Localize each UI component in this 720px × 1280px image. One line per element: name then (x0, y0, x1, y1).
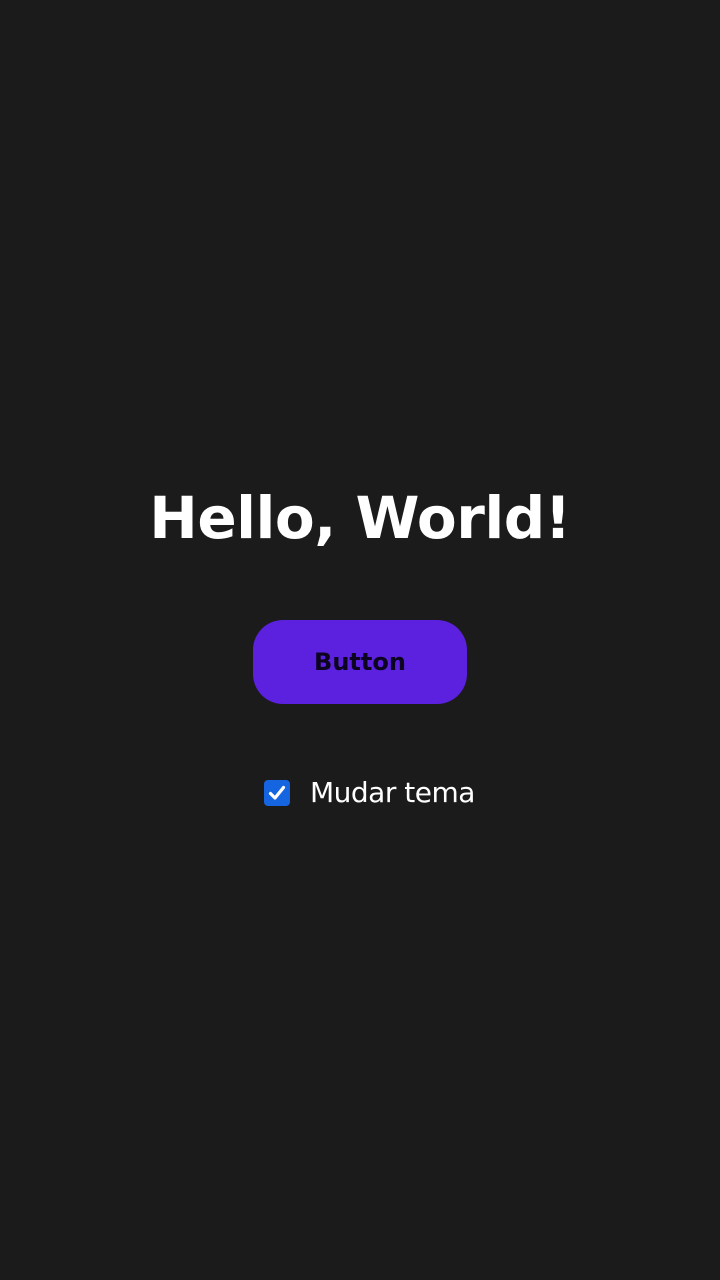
theme-checkbox[interactable] (264, 780, 290, 806)
theme-toggle-row[interactable]: Mudar tema (264, 773, 475, 813)
main-button[interactable]: Button (253, 620, 467, 704)
page-title: Hello, World! (149, 484, 571, 552)
checkmark-icon (268, 785, 286, 800)
app-screen: Hello, World! Button Mudar tema (0, 0, 720, 1280)
theme-toggle-label[interactable]: Mudar tema (310, 773, 475, 813)
